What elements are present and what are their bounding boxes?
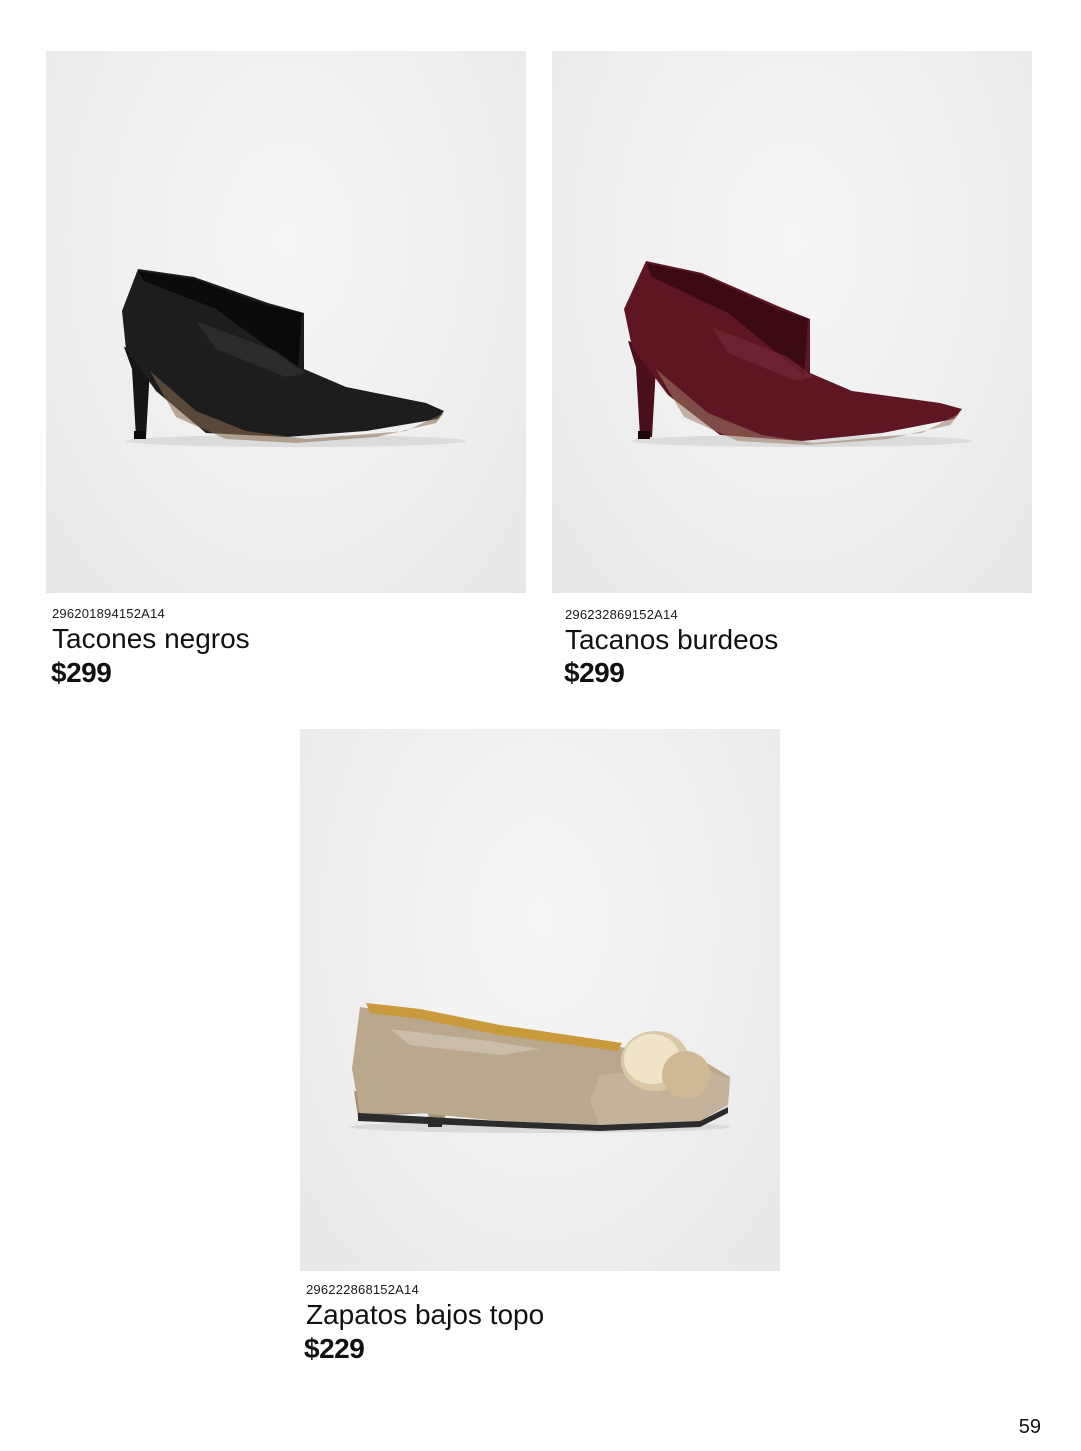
product-price: $299	[51, 657, 112, 688]
product-name: Tacones negros	[52, 623, 250, 654]
product-sku: 296201894152A14	[52, 606, 165, 621]
product-name: Tacanos burdeos	[565, 624, 779, 655]
product-price: $229	[304, 1333, 365, 1364]
taupe-flat-shoe-icon	[350, 1003, 730, 1133]
product-price: $299	[564, 657, 625, 688]
product-sku: 296232869152A14	[565, 607, 678, 622]
product-photo[interactable]	[552, 51, 1032, 593]
product-photo[interactable]	[46, 51, 526, 593]
black-pointed-heel-shoe-icon	[122, 269, 466, 447]
product-photo[interactable]	[300, 729, 780, 1271]
burgundy-pointed-heel-shoe-icon	[624, 261, 972, 447]
product-name: Zapatos bajos topo	[306, 1299, 545, 1330]
page-number: 59	[1018, 1416, 1041, 1438]
product-sku: 296222868152A14	[306, 1282, 419, 1297]
